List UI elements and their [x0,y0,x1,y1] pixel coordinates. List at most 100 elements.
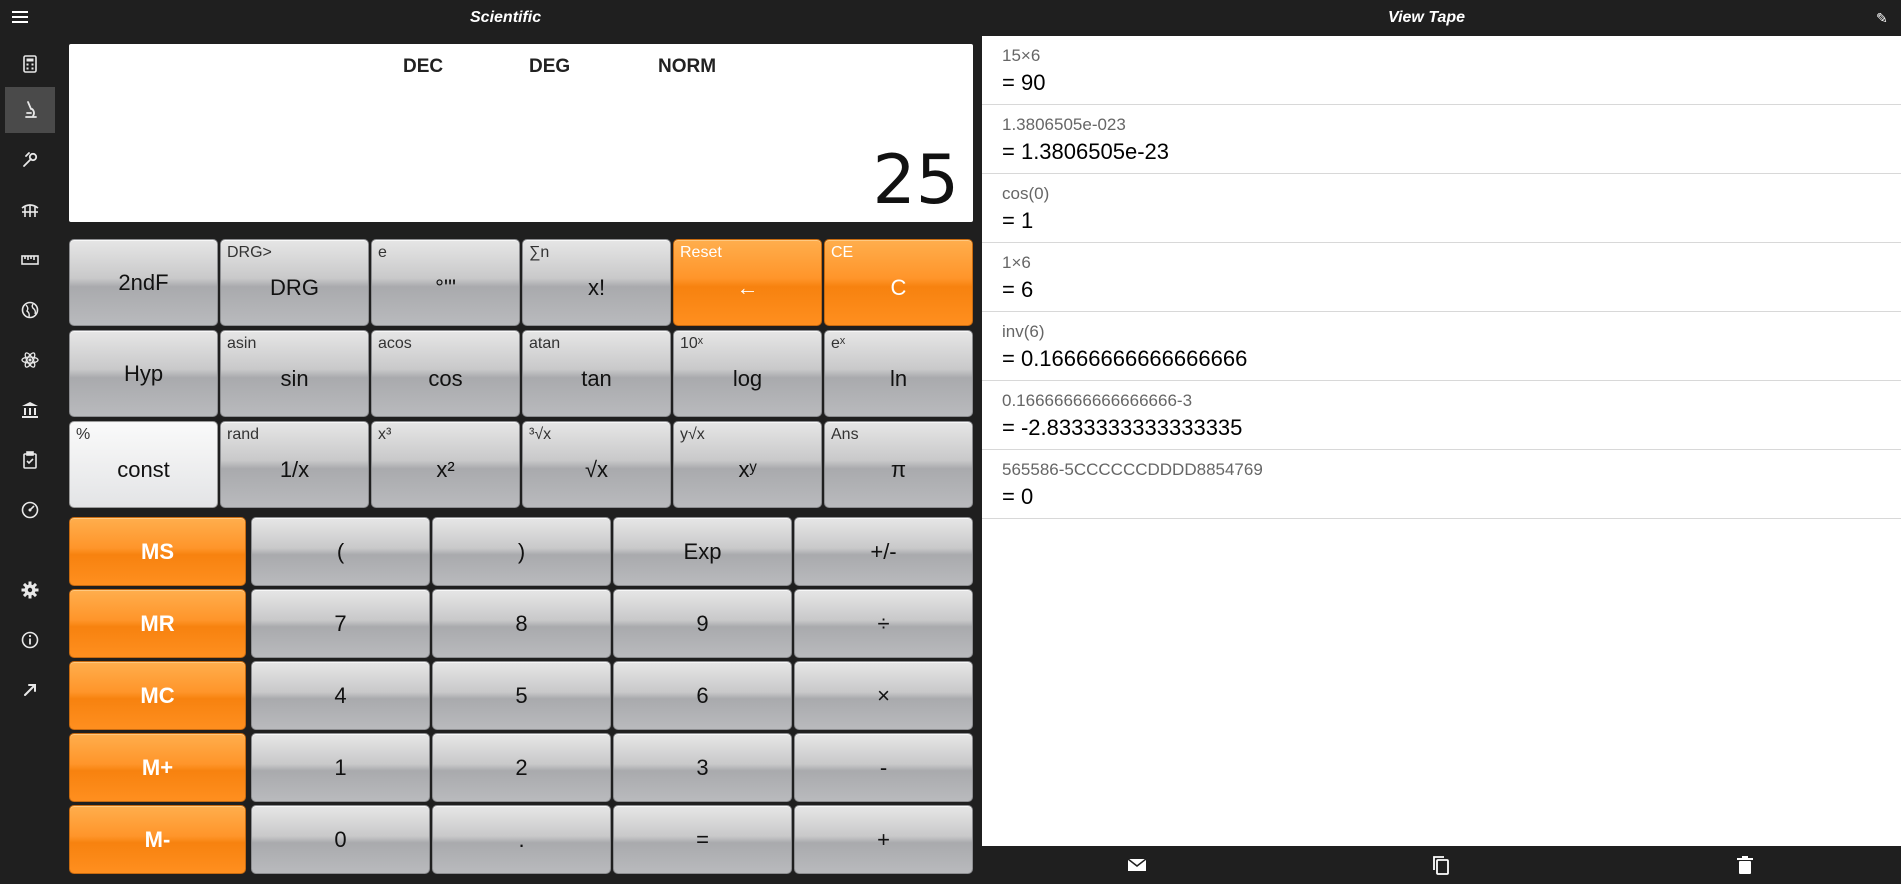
title-bar: Scientific View Tape ✎ [0,0,1901,36]
atom-icon [21,352,39,368]
wrench-icon [23,152,38,167]
pad-key-0-0[interactable]: ( [251,517,430,586]
tape-entry[interactable]: 1×6 = 6 [982,243,1901,312]
key-row1-0[interactable]: 2ndF [69,239,218,326]
pad-key-4-2[interactable]: = [613,805,792,874]
tape-panel: 15×6 = 90 1.3806505e-023 = 1.3806505e-23 cos… [982,36,1901,846]
key-row2-1[interactable]: asin sin [220,330,369,417]
tape-footer [982,846,1901,884]
key-row3-3[interactable]: ³√x √x [522,421,671,508]
key-primary-label: × [877,682,890,708]
key-primary-label: +/- [870,538,897,564]
key-row3-4[interactable]: y√x xʸ [673,421,822,508]
tape-entry[interactable]: 15×6 = 90 [982,36,1901,105]
sidebar-item-about[interactable] [5,617,55,663]
pad-key-4-3[interactable]: + [794,805,973,874]
pad-key-2-3[interactable]: × [794,661,973,730]
pad-key-3-0[interactable]: 1 [251,733,430,802]
expand-icon [24,684,36,696]
key-row2-0[interactable]: Hyp [69,330,218,417]
key-row3-2[interactable]: x³ x² [371,421,520,508]
memory-key-4[interactable]: M- [69,805,246,874]
key-primary-label: M- [144,826,171,852]
sidebar-item-scientific[interactable] [5,87,55,133]
pad-key-3-2[interactable]: 3 [613,733,792,802]
pad-key-4-1[interactable]: . [432,805,611,874]
pad-key-1-1[interactable]: 8 [432,589,611,658]
key-primary-label: - [879,754,888,780]
mode-angle[interactable]: DEG [529,56,570,78]
key-row2-5[interactable]: eˣ ln [824,330,973,417]
pad-key-0-2[interactable]: Exp [613,517,792,586]
key-primary-label: 9 [696,610,709,636]
tape-title: View Tape [1388,9,1466,26]
sidebar-item-physics[interactable] [5,337,55,383]
key-row1-5[interactable]: CE C [824,239,973,326]
tape-result: = -2.8333333333333335 [1002,415,1243,440]
memory-key-0[interactable]: MS [69,517,246,586]
key-row2-3[interactable]: atan tan [522,330,671,417]
pad-key-2-2[interactable]: 6 [613,661,792,730]
key-row3-0[interactable]: % const [69,421,218,508]
hamburger-menu-icon[interactable] [12,8,32,28]
gear-icon [21,581,39,599]
pad-key-0-1[interactable]: ) [432,517,611,586]
pad-key-1-3[interactable]: ÷ [794,589,973,658]
key-row1-1[interactable]: DRG> DRG [220,239,369,326]
key-row1-4[interactable]: Reset ← [673,239,822,326]
sidebar-item-gauge[interactable] [5,487,55,533]
key-primary-label: Hyp [123,360,164,386]
pad-key-1-2[interactable]: 9 [613,589,792,658]
tape-entry[interactable]: 1.3806505e-023 = 1.3806505e-23 [982,105,1901,174]
mode-notation[interactable]: NORM [658,56,716,78]
memory-key-3[interactable]: M+ [69,733,246,802]
mail-icon[interactable] [1126,854,1148,876]
key-primary-label: °'" [435,274,456,300]
sidebar-item-conversion[interactable] [5,237,55,283]
calculator-title: Scientific [470,9,542,26]
key-row2-4[interactable]: 10ˣ log [673,330,822,417]
key-primary-label: 4 [334,682,347,708]
key-primary-label: 5 [515,682,528,708]
tape-entry[interactable]: cos(0) = 1 [982,174,1901,243]
memory-key-1[interactable]: MR [69,589,246,658]
pad-key-3-1[interactable]: 2 [432,733,611,802]
sidebar-item-finance[interactable] [5,387,55,433]
key-row3-5[interactable]: Ans π [824,421,973,508]
sidebar-item-notes[interactable] [5,437,55,483]
tape-expression: cos(0) [1002,184,1050,203]
copy-icon[interactable] [1430,854,1452,876]
pad-key-0-3[interactable]: +/- [794,517,973,586]
key-row2-2[interactable]: acos cos [371,330,520,417]
tape-entry[interactable]: 0.16666666666666666-3 = -2.83333333333333… [982,381,1901,450]
tape-entry[interactable]: 565586-5CCCCCCDDDD8854769 = 0 [982,450,1901,519]
key-row1-2[interactable]: e °'" [371,239,520,326]
mode-base[interactable]: DEC [403,56,443,78]
tape-expression: 1×6 [1002,253,1031,272]
pen-icon[interactable]: ✎ [1876,10,1888,27]
pad-key-2-0[interactable]: 4 [251,661,430,730]
sidebar-item-world[interactable] [5,287,55,333]
key-primary-label: MR [140,610,175,636]
memory-key-2[interactable]: MC [69,661,246,730]
key-primary-label: ← [736,274,759,300]
sidebar-item-construction[interactable] [5,187,55,233]
pad-key-1-0[interactable]: 7 [251,589,430,658]
key-primary-label: 1 [334,754,347,780]
sidebar-item-calculator[interactable] [5,41,55,87]
key-row1-3[interactable]: ∑n x! [522,239,671,326]
info-icon [21,631,39,649]
trash-icon[interactable] [1734,854,1756,876]
pad-key-2-1[interactable]: 5 [432,661,611,730]
pad-key-3-3[interactable]: - [794,733,973,802]
sidebar-item-engineering[interactable] [5,137,55,183]
sidebar-item-settings[interactable] [5,567,55,613]
key-row3-1[interactable]: rand 1/x [220,421,369,508]
clipboard-icon [23,451,37,469]
sidebar-item-expand[interactable] [5,667,55,713]
key-primary-label: √x [584,456,609,482]
tape-entry[interactable]: inv(6) = 0.16666666666666666 [982,312,1901,381]
gauge-icon [21,501,39,519]
key-primary-label: tan [581,365,612,391]
pad-key-4-0[interactable]: 0 [251,805,430,874]
